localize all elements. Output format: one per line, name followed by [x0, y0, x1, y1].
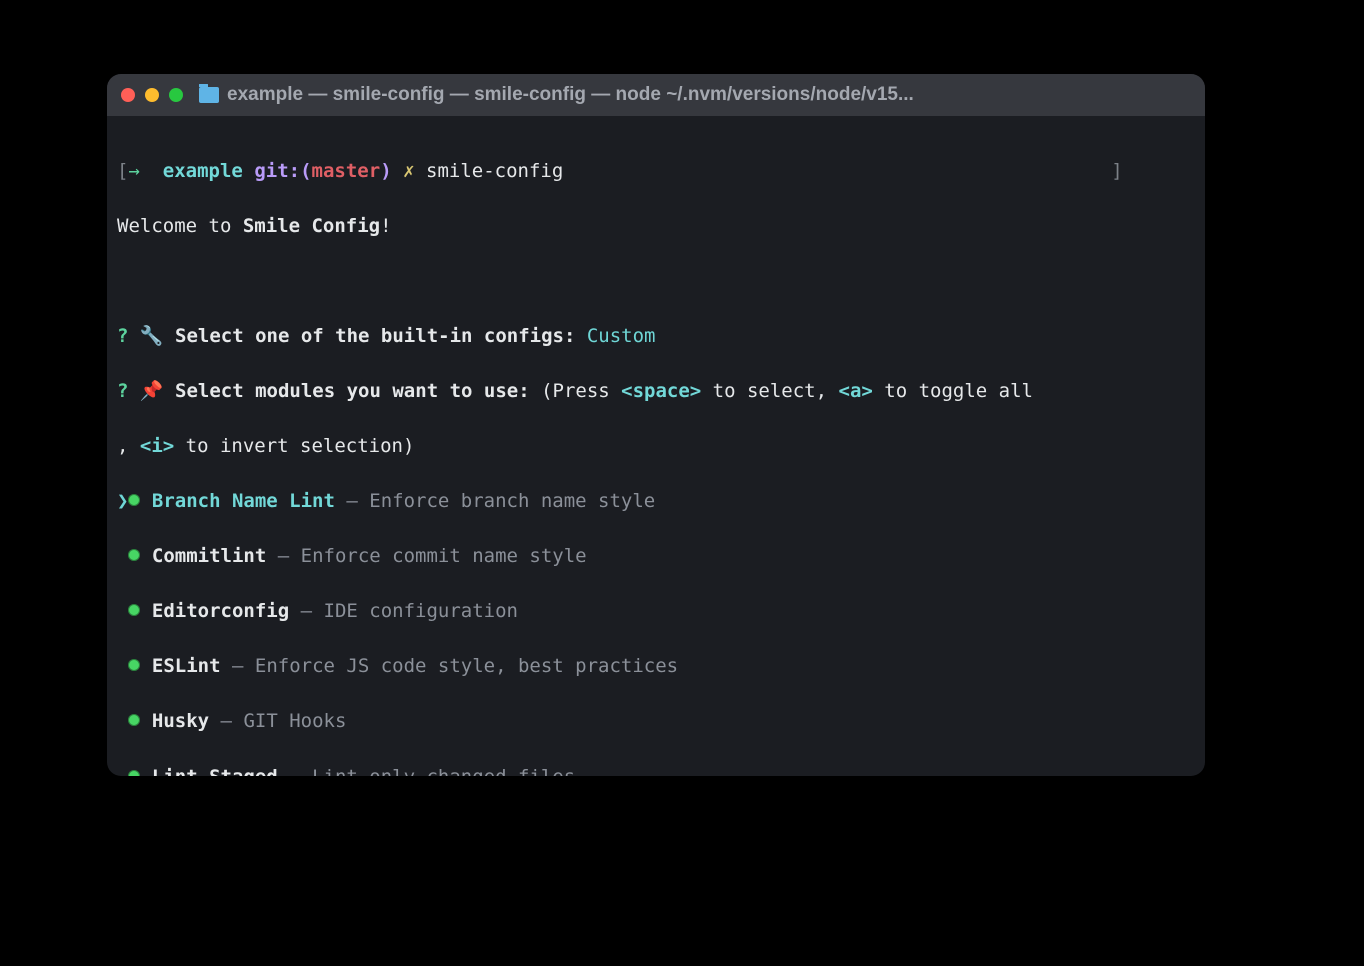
- bracket-right: ]: [1111, 160, 1122, 182]
- module-desc: IDE configuration: [324, 600, 518, 622]
- question-2: ? 📌 Select modules you want to use: (Pre…: [117, 378, 1195, 406]
- selected-dot-icon: [128, 549, 140, 561]
- module-desc: Enforce JS code style, best practices: [255, 655, 678, 677]
- prompt-arrow: →: [128, 160, 139, 182]
- bracket-left: [: [117, 160, 128, 182]
- module-desc: Lint only changed files: [312, 766, 575, 776]
- question-2-cont: , <i> to invert selection): [117, 433, 1195, 461]
- selected-dot-icon: [128, 604, 140, 616]
- terminal-body[interactable]: [→ example git:(master) ✗ smile-config] …: [107, 116, 1205, 776]
- module-option[interactable]: Commitlint – Enforce commit name style: [117, 543, 1195, 571]
- wrench-icon: 🔧: [140, 325, 164, 347]
- close-icon[interactable]: [121, 88, 135, 102]
- selected-dot-icon: [128, 714, 140, 726]
- welcome-line: Welcome to Smile Config!: [117, 213, 1195, 241]
- module-name: Lint Staged: [152, 766, 278, 776]
- terminal-window: example — smile-config — smile-config — …: [107, 74, 1205, 776]
- module-name: Branch Name Lint: [152, 490, 335, 512]
- module-option[interactable]: ESLint – Enforce JS code style, best pra…: [117, 653, 1195, 681]
- prompt-dir: example: [163, 160, 243, 182]
- selected-dot-icon: [128, 770, 140, 776]
- pin-icon: 📌: [140, 380, 164, 402]
- selected-dot-icon: [128, 494, 140, 506]
- titlebar[interactable]: example — smile-config — smile-config — …: [107, 74, 1205, 116]
- folder-icon: [199, 87, 219, 103]
- module-name: Husky: [152, 710, 209, 732]
- question-2-text: Select modules you want to use:: [175, 380, 530, 402]
- question-mark-icon: ?: [117, 325, 128, 347]
- module-option[interactable]: Editorconfig – IDE configuration: [117, 598, 1195, 626]
- module-name: ESLint: [152, 655, 221, 677]
- question-1-text: Select one of the built-in configs:: [175, 325, 575, 347]
- question-1: ? 🔧 Select one of the built-in configs: …: [117, 323, 1195, 351]
- key-space: <space>: [621, 380, 701, 402]
- key-a: <a>: [839, 380, 873, 402]
- module-name: Commitlint: [152, 545, 266, 567]
- key-i: <i>: [140, 435, 174, 457]
- command: smile-config: [426, 160, 563, 182]
- selected-dot-icon: [128, 659, 140, 671]
- dirty-icon: ✗: [403, 160, 414, 182]
- module-option[interactable]: Lint Staged – Lint only changed files: [117, 764, 1195, 776]
- question-mark-icon: ?: [117, 380, 128, 402]
- app-name: Smile Config: [243, 215, 380, 237]
- minimize-icon[interactable]: [145, 88, 159, 102]
- module-option[interactable]: Husky – GIT Hooks: [117, 708, 1195, 736]
- module-desc: Enforce branch name style: [369, 490, 655, 512]
- window-title: example — smile-config — smile-config — …: [199, 84, 914, 106]
- module-desc: Enforce commit name style: [301, 545, 587, 567]
- git-label: git:: [254, 160, 300, 182]
- git-branch: master: [312, 160, 381, 182]
- module-option[interactable]: ❯ Branch Name Lint – Enforce branch name…: [117, 488, 1195, 516]
- prompt-line: [→ example git:(master) ✗ smile-config]: [117, 158, 1195, 186]
- cursor-arrow-icon: ❯: [117, 490, 128, 512]
- question-1-answer: Custom: [587, 325, 656, 347]
- module-name: Editorconfig: [152, 600, 289, 622]
- window-title-text: example — smile-config — smile-config — …: [227, 84, 914, 106]
- zoom-icon[interactable]: [169, 88, 183, 102]
- module-desc: GIT Hooks: [243, 710, 346, 732]
